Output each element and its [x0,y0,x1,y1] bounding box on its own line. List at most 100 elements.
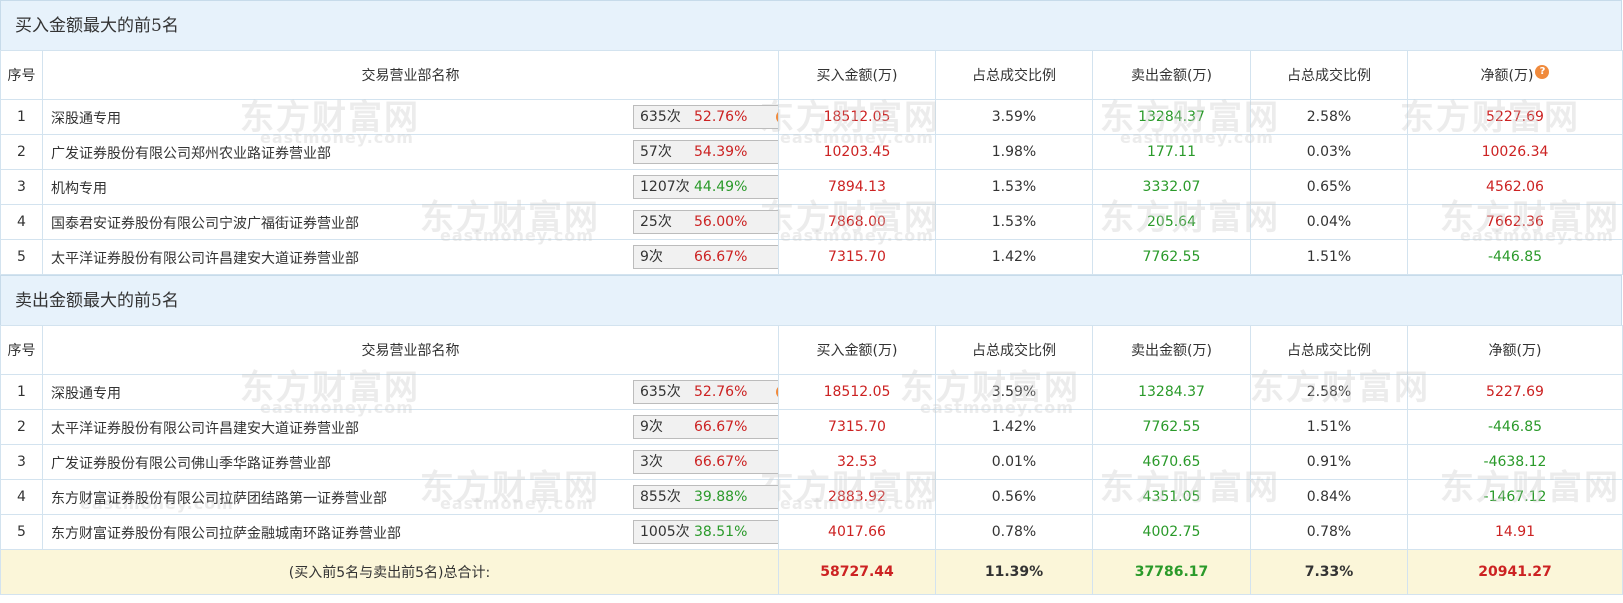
buy-ratio-cell: 1.53% [935,204,1093,240]
rank-cell: 1 [0,374,43,410]
buy-amount-cell: 7315.70 [778,239,936,275]
dept-stat-box[interactable]: 855次 39.88% [633,485,778,509]
appearance-count: 635次 [640,109,681,125]
dept-stat-box[interactable]: 57次 54.39% [633,140,778,164]
dept-stat-box[interactable]: 9次 66.67% [633,245,778,269]
sell-ratio-cell: 0.04% [1250,204,1408,240]
sell-amount-cell: 177.11 [1092,134,1251,170]
sell-amount-cell: 13284.37 [1092,374,1251,410]
dept-cell: 国泰君安证券股份有限公司宁波广福街证券营业部 25次 56.00% [42,204,779,240]
sell-ratio-cell: 2.58% [1250,99,1408,135]
header-sell-amount: 卖出金额(万) [1092,50,1251,100]
success-rate: 54.39% [694,144,748,160]
sell-ratio-cell: 0.91% [1250,444,1408,480]
buy-ratio-cell: 1.53% [935,169,1093,205]
dept-stat-box[interactable]: 3次 66.67% [633,450,778,474]
sell-top5-table: 序号 交易营业部名称 买入金额(万) 占总成交比例 卖出金额(万) 占总成交比例… [0,325,1623,595]
success-rate: 66.67% [694,249,748,265]
dept-name-link[interactable]: 太平洋证券股份有限公司许昌建安大道证券营业部 [51,418,359,438]
net-amount-cell: 5227.69 [1407,99,1623,135]
buy-amount-cell: 7894.13 [778,169,936,205]
success-rate: 52.76% [694,384,748,400]
question-icon[interactable]: ? [1535,65,1550,79]
buy-ratio-cell: 0.78% [935,514,1093,550]
sell-section-title: 卖出金额最大的前5名 [0,275,1622,325]
sell-amount-cell: 4351.05 [1092,479,1251,515]
dept-stat-box[interactable]: 9次 66.67% [633,415,778,439]
appearance-count: 57次 [640,144,672,160]
sell-ratio-cell: 1.51% [1250,409,1408,445]
net-amount-cell: -1467.12 [1407,479,1623,515]
dept-name-link[interactable]: 东方财富证券股份有限公司拉萨金融城南环路证券营业部 [51,523,401,543]
buy-top5-table: 序号 交易营业部名称 买入金额(万) 占总成交比例 卖出金额(万) 占总成交比例… [0,50,1623,275]
success-rate: 56.00% [694,214,748,230]
header-buy-amount: 买入金额(万) [778,50,936,100]
dept-name-link[interactable]: 国泰君安证券股份有限公司宁波广福街证券营业部 [51,213,359,233]
net-amount-cell: -4638.12 [1407,444,1623,480]
buy-ratio-cell: 3.59% [935,374,1093,410]
total-buy-amount: 58727.44 [778,549,936,595]
buy-amount-cell: 7315.70 [778,409,936,445]
buy-amount-cell: 7868.00 [778,204,936,240]
buy-ratio-cell: 1.98% [935,134,1093,170]
dept-name-link[interactable]: 广发证券股份有限公司佛山季华路证券营业部 [51,453,331,473]
total-net-amount: 20941.27 [1407,549,1623,595]
buy-amount-cell: 10203.45 [778,134,936,170]
question-icon[interactable]: ? [776,110,778,124]
question-icon[interactable]: ? [776,385,778,399]
dept-cell: 广发证券股份有限公司郑州农业路证券营业部 57次 54.39% [42,134,779,170]
table-header-row: 序号 交易营业部名称 买入金额(万) 占总成交比例 卖出金额(万) 占总成交比例… [0,50,1623,100]
dept-name-link[interactable]: 深股通专用 [51,108,121,128]
sell-ratio-cell: 1.51% [1250,239,1408,275]
dept-cell: 深股通专用 635次 52.76% ? [42,374,779,410]
buy-ratio-cell: 1.42% [935,239,1093,275]
total-sell-ratio: 7.33% [1250,549,1408,595]
success-rate: 38.51% [694,524,748,540]
sell-ratio-cell: 0.65% [1250,169,1408,205]
table-row: 2 广发证券股份有限公司郑州农业路证券营业部 57次 54.39% 10203.… [0,134,1623,170]
dept-stat-box[interactable]: 1005次 38.51% [633,520,778,544]
net-amount-cell: 10026.34 [1407,134,1623,170]
dept-name-link[interactable]: 深股通专用 [51,383,121,403]
header-net-label: 净额(万) [1480,68,1534,84]
rank-cell: 1 [0,99,43,135]
dept-name-link[interactable]: 广发证券股份有限公司郑州农业路证券营业部 [51,143,331,163]
dept-stat-box[interactable]: 635次 52.76% ? [633,380,778,404]
lhb-container: 东方财富网 东方财富网 东方财富网 东方财富网 eastmoney.com ea… [0,0,1623,603]
success-rate: 66.67% [694,454,748,470]
dept-stat-box[interactable]: 25次 56.00% [633,210,778,234]
net-amount-cell: 5227.69 [1407,374,1623,410]
buy-amount-cell: 4017.66 [778,514,936,550]
total-sell-amount: 37786.17 [1092,549,1251,595]
buy-amount-cell: 2883.92 [778,479,936,515]
buy-ratio-cell: 1.42% [935,409,1093,445]
net-amount-cell: 14.91 [1407,514,1623,550]
buy-amount-cell: 18512.05 [778,374,936,410]
table-row: 2 太平洋证券股份有限公司许昌建安大道证券营业部 9次 66.67% 7315.… [0,409,1623,445]
sell-ratio-cell: 0.84% [1250,479,1408,515]
table-row: 1 深股通专用 635次 52.76% ? 18512.05 3.59% 132… [0,99,1623,135]
header-sell-ratio: 占总成交比例 [1250,50,1408,100]
net-amount-cell: 7662.36 [1407,204,1623,240]
buy-ratio-cell: 3.59% [935,99,1093,135]
total-buy-ratio: 11.39% [935,549,1093,595]
dept-cell: 机构专用 1207次 44.49% [42,169,779,205]
sell-amount-cell: 3332.07 [1092,169,1251,205]
table-row: 4 国泰君安证券股份有限公司宁波广福街证券营业部 25次 56.00% 7868… [0,204,1623,240]
success-rate: 66.67% [694,419,748,435]
dept-stat-box[interactable]: 1207次 44.49% [633,175,778,199]
dept-name-link[interactable]: 东方财富证券股份有限公司拉萨团结路第一证券营业部 [51,488,387,508]
dept-stat-box[interactable]: 635次 52.76% ? [633,105,778,129]
total-row: (买入前5名与卖出前5名)总合计: 58727.44 11.39% 37786.… [0,549,1623,595]
sell-ratio-cell: 0.78% [1250,514,1408,550]
appearance-count: 1207次 [640,179,690,195]
table-header-row: 序号 交易营业部名称 买入金额(万) 占总成交比例 卖出金额(万) 占总成交比例… [0,325,1623,375]
header-buy-amount: 买入金额(万) [778,325,936,375]
dept-name-link[interactable]: 太平洋证券股份有限公司许昌建安大道证券营业部 [51,248,359,268]
dept-name-link[interactable]: 机构专用 [51,178,107,198]
table-row: 4 东方财富证券股份有限公司拉萨团结路第一证券营业部 855次 39.88% 2… [0,479,1623,515]
header-net-amount: 净额(万)? [1407,50,1623,100]
sell-amount-cell: 7762.55 [1092,409,1251,445]
sell-amount-cell: 4002.75 [1092,514,1251,550]
header-sell-amount: 卖出金额(万) [1092,325,1251,375]
